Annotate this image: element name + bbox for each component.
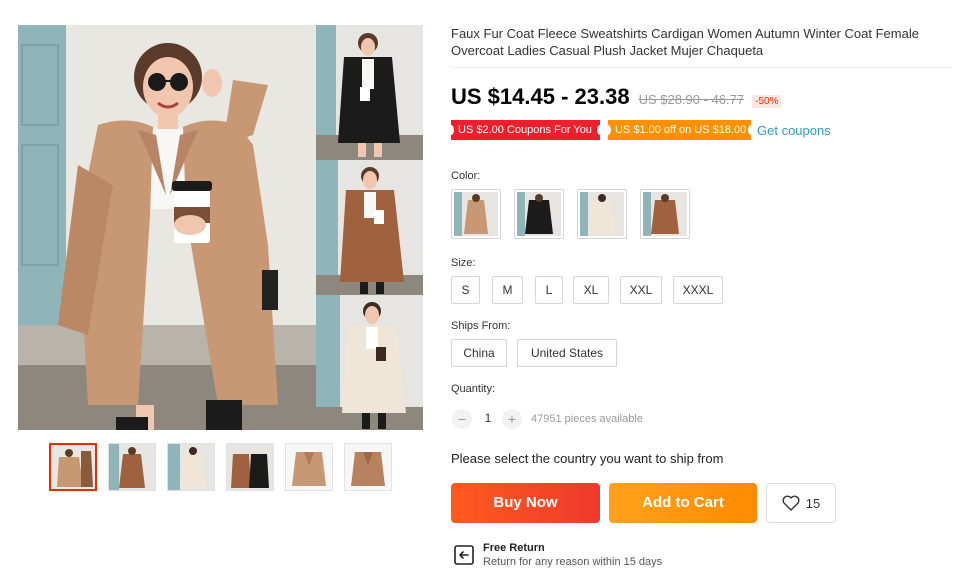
quantity-value[interactable]: 1: [482, 411, 494, 425]
coupon-row: US $2.00 Coupons For You US $1.00 off on…: [448, 120, 831, 140]
color-label: Color:: [451, 170, 481, 182]
side-image-1-illustration: [316, 25, 423, 160]
size-option-xxxl[interactable]: XXXL: [673, 276, 723, 304]
side-image-2-illustration: [316, 160, 423, 295]
quantity-decrease-button[interactable]: −: [452, 409, 472, 429]
thumbnail-2-illustration: [109, 444, 155, 490]
side-image-3-illustration: [316, 295, 423, 430]
size-label: Size:: [451, 257, 476, 269]
shipping-message: Please select the country you want to sh…: [451, 451, 724, 466]
title-divider: [451, 67, 951, 68]
thumbnail-2[interactable]: [108, 443, 156, 491]
swatch-camel-illustration: [454, 192, 498, 236]
thumbnail-3-illustration: [168, 444, 214, 490]
quantity-available: 47951 pieces available: [531, 413, 643, 425]
return-policy-title: Free Return: [483, 542, 545, 554]
ships-from-label: Ships From:: [451, 320, 511, 332]
size-option-xl[interactable]: XL: [573, 276, 609, 304]
product-title: Faux Fur Coat Fleece Sweatshirts Cardiga…: [451, 26, 919, 58]
original-price: US $28.90 - 46.77: [638, 92, 745, 107]
thumbnail-1[interactable]: [49, 443, 97, 491]
quantity-increase-button[interactable]: +: [502, 409, 522, 429]
swatch-black-illustration: [517, 192, 561, 236]
discount-badge: -50%: [752, 95, 782, 108]
size-option-l[interactable]: L: [535, 276, 563, 304]
add-to-cart-button[interactable]: Add to Cart: [609, 483, 757, 523]
return-policy-subtitle: Return for any reason within 15 days: [483, 556, 663, 568]
thumbnail-3[interactable]: [167, 443, 215, 491]
coupon-select[interactable]: US $1.00 off on US $18.00: [605, 120, 754, 140]
swatch-brown-illustration: [643, 192, 687, 236]
side-image-cream-coat[interactable]: [316, 295, 423, 430]
size-option-xxl[interactable]: XXL: [620, 276, 662, 304]
quantity-label: Quantity:: [451, 383, 496, 395]
price-row: US $14.45 - 23.38 US $28.90 - 46.77 -50%: [451, 84, 782, 110]
thumbnail-4[interactable]: [226, 443, 274, 491]
color-swatch-cream[interactable]: [577, 189, 627, 239]
swatch-cream-illustration: [580, 192, 624, 236]
size-option-s[interactable]: S: [451, 276, 480, 304]
ships-from-china[interactable]: China: [451, 339, 507, 367]
main-product-image[interactable]: [18, 25, 316, 430]
side-image-black-coat[interactable]: [316, 25, 423, 160]
color-swatch-black[interactable]: [514, 189, 564, 239]
ships-from-united-states[interactable]: United States: [517, 339, 617, 367]
current-price: US $14.45 - 23.38: [451, 84, 630, 109]
size-option-m[interactable]: M: [492, 276, 523, 304]
wishlist-count: 15: [805, 495, 821, 511]
side-image-brown-coat[interactable]: [316, 160, 423, 295]
buy-now-button[interactable]: Buy Now: [451, 483, 600, 523]
thumbnail-6-illustration: [345, 444, 391, 490]
thumbnail-4-illustration: [227, 444, 273, 490]
return-icon: [454, 545, 474, 565]
color-swatch-camel[interactable]: [451, 189, 501, 239]
product-image-gallery: [18, 25, 423, 430]
thumbnail-5-illustration: [286, 444, 332, 490]
thumbnail-6[interactable]: [344, 443, 392, 491]
main-image-illustration: [18, 25, 316, 430]
coupon-store[interactable]: US $2.00 Coupons For You: [448, 120, 603, 140]
get-coupons-link[interactable]: Get coupons: [757, 123, 831, 138]
thumbnail-1-illustration: [51, 445, 95, 489]
color-swatch-brown[interactable]: [640, 189, 690, 239]
thumbnail-5[interactable]: [285, 443, 333, 491]
wishlist-button[interactable]: 15: [766, 483, 836, 523]
heart-icon: [782, 495, 800, 511]
